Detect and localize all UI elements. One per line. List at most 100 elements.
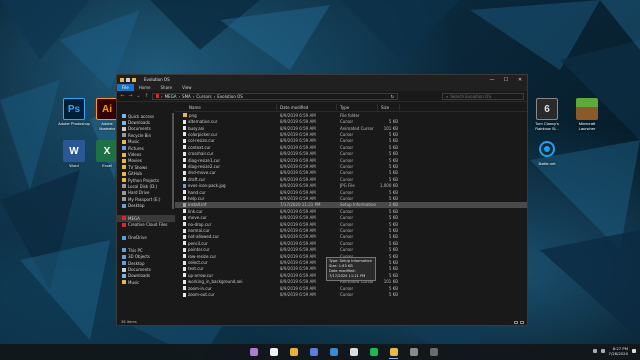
- desktop-icon-photoshop[interactable]: Ps Adobe Photoshop: [57, 98, 91, 126]
- nav-item-label: Creative Cloud Files: [128, 222, 168, 228]
- rainbow-six-icon: 6: [536, 98, 558, 120]
- recent-dropdown-icon[interactable]: ⌄: [136, 93, 141, 99]
- file-type: Cursor: [340, 151, 354, 157]
- visual-studio-icon: [309, 348, 318, 356]
- tab-share[interactable]: Share: [156, 84, 178, 91]
- nav-item-label: TV Shows: [128, 164, 148, 170]
- navigation-pane[interactable]: Quick access Downloads Documents Recycle Bi…: [117, 103, 175, 319]
- nav-item[interactable]: Music: [117, 279, 175, 285]
- file-name: working_in_background.ani: [188, 279, 243, 285]
- maximize-button[interactable]: ☐: [499, 75, 513, 84]
- folder-icon: [183, 113, 187, 118]
- column-name[interactable]: Name: [175, 104, 277, 110]
- file-type: Cursor: [340, 157, 354, 163]
- cursor-file-icon: [183, 119, 186, 124]
- taskbar-button[interactable]: [388, 347, 399, 359]
- back-arrow-icon[interactable]: ←: [120, 93, 125, 99]
- desktop-icon-battlenet[interactable]: Battle.net: [530, 138, 564, 166]
- file-size: 5 KB: [388, 247, 398, 253]
- taskbar-button[interactable]: [328, 347, 339, 357]
- taskbar-button[interactable]: [288, 347, 299, 357]
- taskbar-button[interactable]: [428, 347, 439, 357]
- file-type: Cursor: [340, 163, 354, 169]
- new-folder-icon[interactable]: [132, 77, 136, 82]
- breadcrumb-cursors[interactable]: Cursors: [196, 94, 211, 99]
- file-name: normal.cur: [188, 228, 210, 234]
- explorer-body: Quick access Downloads Documents Recycle Bi…: [117, 103, 527, 319]
- file-date: 8/9/2019 6:59 AM: [280, 240, 316, 246]
- nav-scrollbar[interactable]: [172, 113, 174, 209]
- file-explorer-icon: [389, 348, 398, 356]
- file-name-cell: normal.cur: [175, 228, 277, 233]
- tab-file[interactable]: File: [117, 84, 134, 91]
- file-name: busy.ani: [188, 125, 205, 131]
- file-size: 101 KB: [383, 125, 398, 131]
- search-input[interactable]: [450, 93, 520, 99]
- taskbar-button[interactable]: [368, 347, 379, 357]
- column-date-modified[interactable]: Date modified: [277, 104, 337, 110]
- cursor-file-icon: [183, 196, 186, 201]
- close-button[interactable]: ✕: [513, 75, 527, 84]
- file-name: up-arrow.cur: [188, 272, 214, 278]
- nav-item-icon: [122, 197, 126, 202]
- window-title: Evolution OS: [144, 77, 170, 82]
- file-type: Animated Cursor: [340, 125, 374, 131]
- address-bar[interactable]: › MEGA › SMA › Cursors › Evolution OS ↻: [152, 92, 398, 100]
- file-name-cell: alternative.cur: [175, 119, 277, 124]
- nav-item-label: Movies: [128, 158, 142, 164]
- tab-home[interactable]: Home: [134, 84, 156, 91]
- network-icon[interactable]: [592, 349, 597, 353]
- notification-icon[interactable]: [632, 349, 636, 353]
- clock[interactable]: 8:27 PM 7/28/2020: [609, 346, 628, 356]
- file-date: 8/9/2019 6:59 AM: [280, 138, 316, 144]
- details-view-icon[interactable]: [514, 320, 518, 324]
- up-arrow-icon[interactable]: ↑: [144, 93, 149, 99]
- file-date: 8/9/2019 6:59 AM: [280, 292, 316, 298]
- desktop-icon-rainbow-six[interactable]: 6 Tom Clancy's Rainbow Si...: [530, 98, 564, 131]
- breadcrumb-sma[interactable]: SMA: [182, 94, 191, 99]
- file-size: 101 KB: [383, 279, 398, 285]
- breadcrumb-evolution-os[interactable]: Evolution OS: [217, 94, 243, 99]
- file-name-cell: working_in_background.ani: [175, 279, 277, 284]
- desktop-icon-word[interactable]: W Word: [57, 140, 91, 168]
- taskbar-button[interactable]: [408, 347, 419, 357]
- search-box[interactable]: ⌕: [442, 92, 524, 100]
- cursor-file-icon: [183, 151, 186, 156]
- file-date: 8/9/2019 6:59 AM: [280, 131, 316, 137]
- refresh-icon[interactable]: ↻: [391, 94, 394, 99]
- column-size[interactable]: Size: [378, 104, 400, 110]
- file-type: Cursor: [340, 208, 354, 214]
- nav-item-label: GitHub: [128, 171, 142, 177]
- file-size: 5 KB: [388, 170, 398, 176]
- photoshop-icon: Ps: [63, 98, 85, 120]
- large-icons-view-icon[interactable]: [520, 320, 524, 324]
- column-type[interactable]: Type: [337, 104, 378, 110]
- file-date: 8/9/2019 6:59 AM: [280, 285, 316, 291]
- properties-icon[interactable]: [126, 77, 130, 82]
- desktop-icon-minecraft[interactable]: Minecraft Launcher: [570, 98, 604, 131]
- breadcrumb-mega[interactable]: MEGA: [165, 94, 177, 99]
- nav-item-label: This PC: [128, 247, 143, 253]
- nav-item-label: Desktop: [128, 260, 145, 266]
- file-date: 8/9/2019 6:59 AM: [280, 151, 316, 157]
- file-size: 5 KB: [388, 144, 398, 150]
- taskbar-button[interactable]: [308, 347, 319, 357]
- file-row[interactable]: zoom-out.cur 8/9/2019 6:59 AM Cursor 5 KB: [175, 291, 527, 297]
- minimize-button[interactable]: —: [485, 75, 499, 84]
- taskbar-button[interactable]: [268, 347, 279, 357]
- tab-view[interactable]: View: [177, 84, 197, 91]
- file-name: dnd-move.cur: [188, 170, 216, 176]
- taskbar-button[interactable]: [348, 347, 359, 357]
- volume-icon[interactable]: [600, 349, 605, 353]
- file-explorer-window[interactable]: Evolution OS — ☐ ✕ File Home Share View …: [116, 74, 528, 326]
- taskbar-button[interactable]: [248, 347, 259, 357]
- file-type: Cursor: [340, 240, 354, 246]
- folder-icon: [120, 77, 124, 82]
- file-size: 5 KB: [388, 292, 398, 298]
- file-list-pane[interactable]: Name Date modified Type Size png 8/9/2019…: [175, 103, 527, 319]
- file-date: 8/9/2019 6:59 AM: [280, 112, 316, 118]
- forward-arrow-icon[interactable]: →: [128, 93, 133, 99]
- title-bar[interactable]: Evolution OS — ☐ ✕: [117, 75, 527, 84]
- nav-item-icon: [122, 248, 126, 253]
- file-type: Cursor: [340, 221, 354, 227]
